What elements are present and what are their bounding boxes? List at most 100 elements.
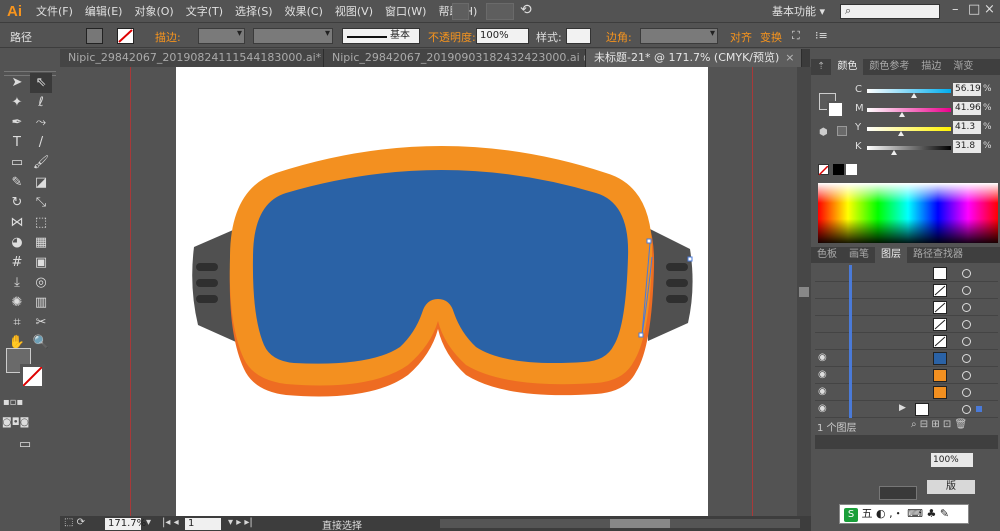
color-spectrum[interactable]	[818, 183, 998, 243]
visibility-eye-icon[interactable]: ◉	[818, 352, 827, 363]
minimize-icon[interactable]: –	[952, 2, 959, 17]
visibility-eye-icon[interactable]: ◉	[818, 403, 827, 414]
menu-view[interactable]: 视图(V)	[329, 0, 379, 23]
layer-row[interactable]	[815, 265, 998, 282]
vertical-scrollbar[interactable]	[797, 67, 811, 516]
tab-pathfinder[interactable]: 路径查找器	[907, 247, 969, 263]
gpu-icon[interactable]: ⟲	[520, 2, 532, 18]
layer-row[interactable]: ◉	[815, 367, 998, 384]
layer-row[interactable]	[815, 282, 998, 299]
eyedropper-icon[interactable]: ⤓	[6, 273, 28, 293]
scale-icon[interactable]: ⤡	[30, 193, 52, 213]
yellow-value-input[interactable]: 41.3	[953, 121, 981, 134]
black-value-input[interactable]: 31.8	[953, 140, 981, 153]
workspace-switcher[interactable]: 基本功能 ▾	[772, 0, 825, 23]
column-graph-icon[interactable]: ▥	[30, 293, 52, 313]
layer-row[interactable]: ◉	[815, 384, 998, 401]
layer-buttons-icon[interactable]: ⌕ ⊟ ⊞ ⊡ 🗑	[911, 419, 967, 430]
fill-swatch[interactable]	[86, 28, 103, 44]
blend-tool-icon[interactable]: ◎	[30, 273, 52, 293]
none-swatch-icon[interactable]	[818, 164, 829, 176]
cyan-value-input[interactable]: 56.19	[953, 83, 981, 96]
gradient-tool-icon[interactable]: ▣	[30, 253, 52, 273]
drawing-modes-icon[interactable]: ◙◘◙	[2, 413, 29, 433]
rotate-icon[interactable]: ↻	[6, 193, 28, 213]
paintbrush-icon[interactable]: 🖌	[30, 153, 52, 173]
mesh-tool-icon[interactable]: #	[6, 253, 28, 273]
canvas-area[interactable]	[60, 67, 797, 516]
layer-row[interactable]	[815, 299, 998, 316]
slider-yellow[interactable]: Y 41.3 %	[851, 121, 998, 136]
opacity-panel-input[interactable]: 100%	[931, 453, 973, 467]
opacity-input[interactable]: 100%	[476, 28, 529, 44]
artboard[interactable]	[176, 67, 708, 516]
isolate-icon[interactable]: ⛶	[792, 29, 800, 43]
maximize-icon[interactable]: □	[968, 2, 980, 17]
menu-object[interactable]: 对象(O)	[128, 0, 179, 23]
lasso-icon[interactable]: ℓ	[30, 93, 52, 113]
transform-link[interactable]: 变换	[760, 29, 782, 45]
stroke-swatch[interactable]	[117, 28, 134, 44]
brush-definition-dropdown[interactable]: 基本	[342, 28, 420, 44]
panel-menu-icon[interactable]: ⁝≡	[815, 29, 828, 42]
slider-cyan[interactable]: C 56.19 %	[851, 83, 998, 98]
horizontal-scrollbar[interactable]	[440, 519, 800, 528]
free-transform-icon[interactable]: ⬚	[30, 213, 52, 233]
artboard-next-icon[interactable]: ▾ ▸ ▸|	[228, 517, 253, 528]
layer-row[interactable]: ◉ ▶	[815, 401, 998, 418]
tab-color[interactable]: 颜色	[831, 59, 864, 75]
magic-wand-icon[interactable]: ✦	[6, 93, 28, 113]
pen-tool-icon[interactable]: ✒	[6, 113, 28, 133]
slider-black[interactable]: K 31.8 %	[851, 140, 998, 155]
rectangle-tool-icon[interactable]: ▭	[6, 153, 28, 173]
layer-row[interactable]	[815, 316, 998, 333]
panel-stroke-swatch[interactable]	[827, 101, 844, 118]
screen-mode-icon[interactable]: ▭	[14, 435, 36, 455]
tab-stroke[interactable]: 描边	[915, 59, 947, 75]
curvature-tool-icon[interactable]: ⤳	[30, 113, 52, 133]
tab-swatches[interactable]: 色板	[811, 247, 843, 263]
target-circle-icon[interactable]	[962, 371, 971, 380]
tab-document-1[interactable]: Nipic_29842067_20190824111544183000.ai* …	[60, 49, 324, 67]
ime-icons[interactable]: ◐ ,・ ⌨ ♣ ✎	[876, 507, 949, 520]
menu-edit[interactable]: 编辑(E)	[79, 0, 129, 23]
artboard-nav-icon[interactable]: |◂ ◂	[162, 517, 179, 528]
make-mask-button[interactable]	[879, 486, 917, 500]
ime-toolbar[interactable]: S 五 ◐ ,・ ⌨ ♣ ✎	[839, 504, 969, 524]
menu-effect[interactable]: 效果(C)	[279, 0, 329, 23]
expand-arrow-icon[interactable]: ▶	[899, 403, 906, 413]
direct-selection-tool-icon[interactable]: ⇖	[30, 73, 52, 93]
menu-window[interactable]: 窗口(W)	[379, 0, 432, 23]
target-circle-icon[interactable]	[962, 337, 971, 346]
draw-modes-icon[interactable]: ▪▫▪	[2, 393, 24, 413]
target-circle-icon[interactable]	[962, 388, 971, 397]
tab-layers[interactable]: 图层	[875, 247, 907, 263]
artboard-number-field[interactable]: 1	[185, 518, 221, 530]
tab-brushes[interactable]: 画笔	[843, 247, 875, 263]
tab-close-icon[interactable]: ×	[785, 51, 794, 64]
visibility-eye-icon[interactable]: ◉	[818, 369, 827, 380]
symbol-sprayer-icon[interactable]: ✺	[6, 293, 28, 313]
tab-color-guide[interactable]: 颜色参考	[863, 59, 915, 75]
help-search-input[interactable]: ⌕	[840, 4, 940, 19]
out-of-gamut-icon[interactable]: ⬢	[819, 127, 828, 138]
target-circle-icon[interactable]	[962, 405, 971, 414]
goggles-artwork[interactable]	[176, 67, 708, 516]
slider-magenta[interactable]: M 41.96 %	[851, 102, 998, 117]
scroll-thumb[interactable]	[610, 519, 670, 528]
stroke-color-icon[interactable]	[20, 364, 45, 389]
black-swatch[interactable]	[833, 164, 844, 175]
menu-file[interactable]: 文件(F)	[30, 0, 79, 23]
tab-document-2[interactable]: Nipic_29842067_20190903182432423000.ai @…	[324, 49, 586, 67]
align-link[interactable]: 对齐	[730, 29, 752, 45]
selection-indicator[interactable]	[976, 406, 982, 412]
scroll-thumb[interactable]	[799, 287, 809, 297]
bridge-icon[interactable]	[452, 3, 469, 20]
target-circle-icon[interactable]	[962, 354, 971, 363]
transparency-panel-header[interactable]	[815, 435, 998, 449]
zoom-dropdown-icon[interactable]: ▾	[146, 517, 151, 528]
width-tool-icon[interactable]: ⋈	[6, 213, 28, 233]
menu-select[interactable]: 选择(S)	[229, 0, 279, 23]
line-tool-icon[interactable]: /	[30, 133, 52, 153]
white-swatch[interactable]	[846, 164, 857, 175]
